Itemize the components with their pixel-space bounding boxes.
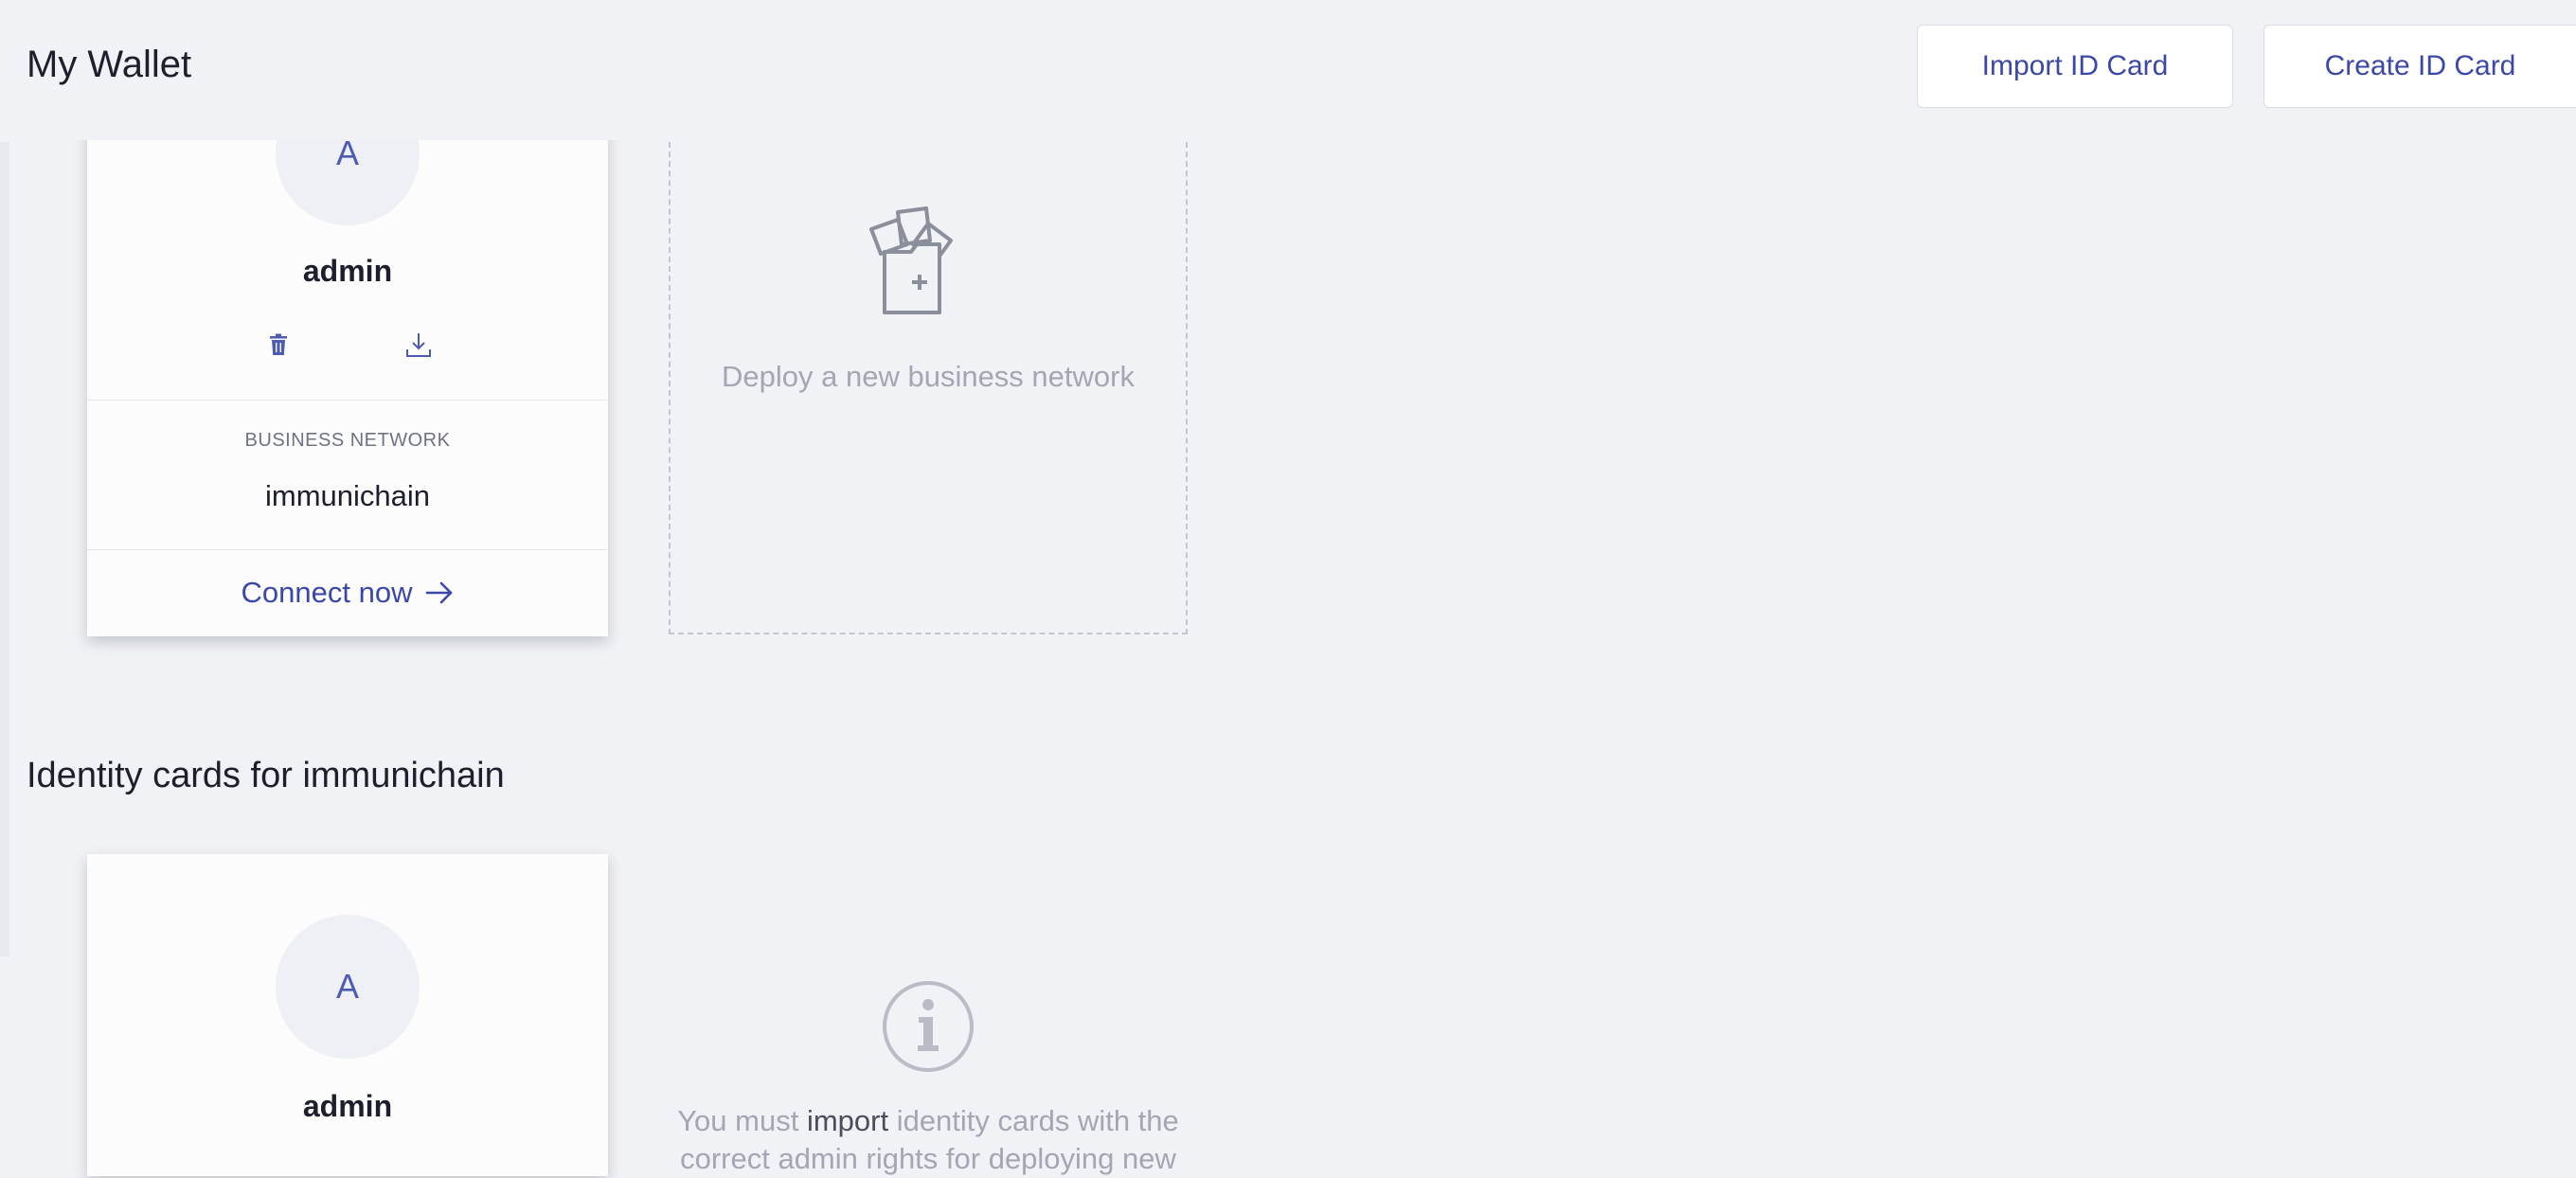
id-card-admin: A admin BUSINESS NETWORK immunichain Con… <box>87 81 608 636</box>
delete-card-button[interactable] <box>259 326 297 364</box>
create-id-card-button[interactable]: Create ID Card <box>2263 25 2576 108</box>
info-prefix: You must <box>677 1104 807 1137</box>
info-icon <box>883 981 974 1072</box>
arrow-right-icon <box>426 581 453 604</box>
deploy-network-label: Deploy a new business network <box>722 360 1135 393</box>
page-header: My Wallet Import ID Card Create ID Card <box>0 0 2576 140</box>
import-link[interactable]: import <box>807 1104 888 1137</box>
connect-now-label: Connect now <box>241 576 413 609</box>
folder-add-icon <box>869 206 953 314</box>
id-card-admin: A admin <box>87 854 608 1176</box>
import-id-card-button[interactable]: Import ID Card <box>1917 25 2233 108</box>
business-network-name: immunichain <box>264 479 430 512</box>
left-edge <box>0 142 9 956</box>
avatar-letter: A <box>335 967 359 1006</box>
connect-now-link[interactable]: Connect now <box>87 576 608 610</box>
divider <box>87 400 608 401</box>
card-user-name: admin <box>302 254 393 288</box>
divider <box>87 549 608 550</box>
card-user-name: admin <box>302 1089 393 1123</box>
identity-section-title: Identity cards for immunichain <box>27 756 505 795</box>
import-info-message: You must import identity cards with the … <box>669 1102 1188 1178</box>
deploy-network-tile[interactable]: Deploy a new business network <box>669 142 1188 634</box>
download-icon <box>406 333 431 357</box>
trash-icon <box>270 333 287 355</box>
export-card-button[interactable] <box>400 326 438 364</box>
page-title: My Wallet <box>27 44 192 85</box>
business-network-label: BUSINESS NETWORK <box>244 430 451 451</box>
card-actions <box>87 326 608 364</box>
avatar: A <box>276 915 420 1059</box>
